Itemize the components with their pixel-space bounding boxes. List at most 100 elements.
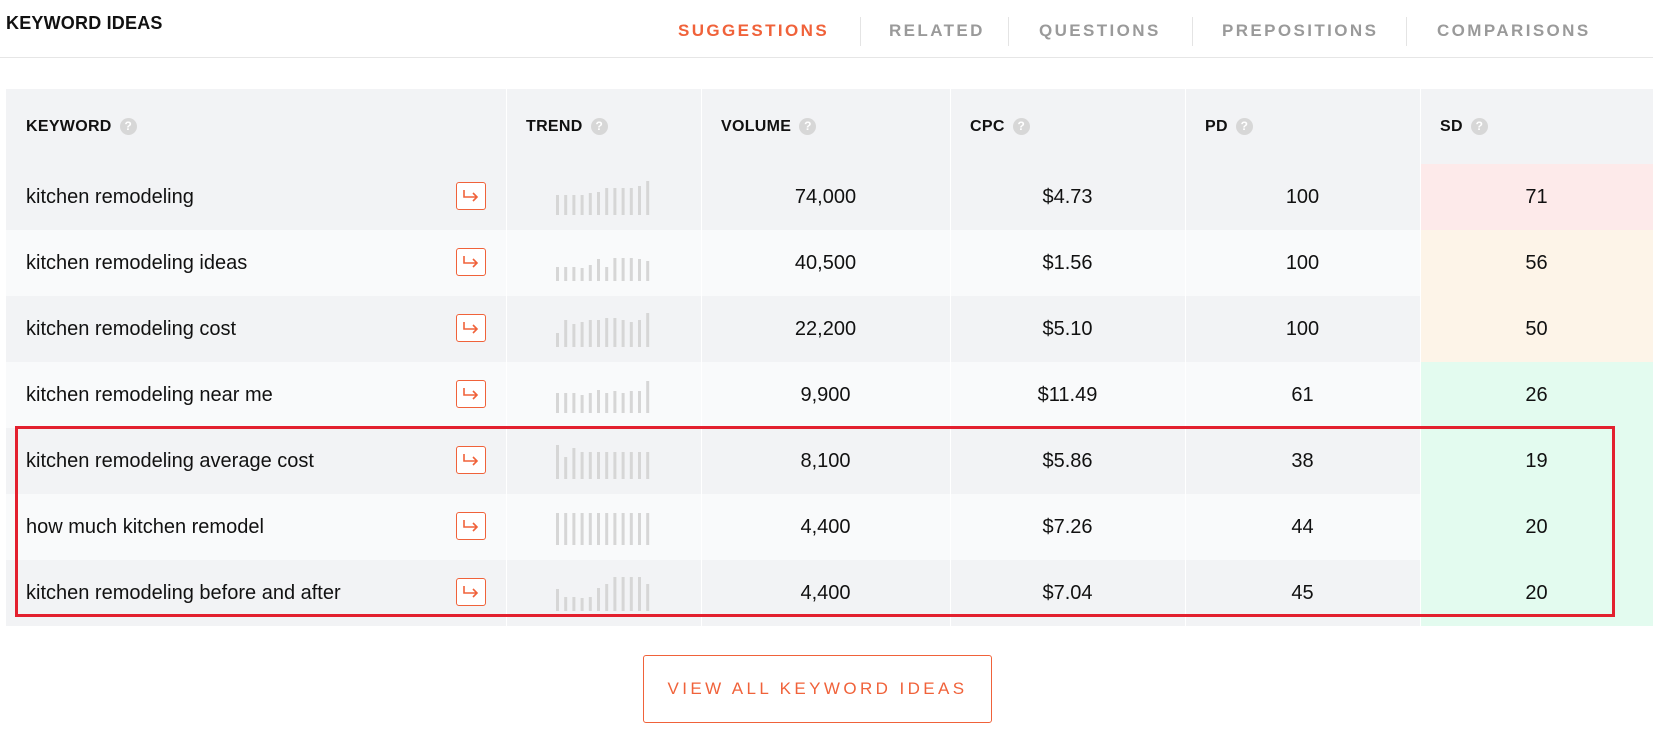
- trend-bar: [637, 452, 641, 479]
- cpc-cell: $5.86: [1042, 449, 1093, 472]
- trend-bar: [604, 513, 608, 545]
- trend-bar: [588, 597, 592, 611]
- keyword-cell: kitchen remodeling average cost: [6, 428, 506, 494]
- trend-bar: [612, 258, 616, 281]
- help-icon[interactable]: ?: [119, 118, 137, 135]
- trend-cell: [506, 164, 701, 230]
- open-keyword-button[interactable]: [456, 248, 486, 276]
- pd-cell: 38: [1291, 449, 1314, 472]
- trend-bar: [604, 188, 608, 215]
- help-icon[interactable]: ?: [590, 118, 608, 135]
- tab-divider: [860, 17, 861, 46]
- open-keyword-button[interactable]: [456, 512, 486, 540]
- cpc-cell: $4.73: [1042, 185, 1093, 208]
- sd-cell: 26: [1420, 362, 1653, 428]
- trend-bar: [604, 393, 608, 413]
- help-icon[interactable]: ?: [1235, 118, 1253, 135]
- trend-bar: [629, 391, 633, 413]
- sd-cell: 19: [1420, 428, 1653, 494]
- trend-bar: [621, 577, 625, 611]
- column-divider: [1185, 89, 1186, 626]
- trend-bar: [645, 513, 649, 545]
- open-keyword-button[interactable]: [456, 314, 486, 342]
- keyword-cell: kitchen remodeling: [6, 164, 506, 230]
- column-header-keyword[interactable]: KEYWORD?: [6, 89, 506, 164]
- column-header-label: CPC: [970, 117, 1005, 135]
- trend-bar: [604, 318, 608, 347]
- column-header-cpc[interactable]: CPC?: [950, 89, 1185, 164]
- trend-bar: [629, 452, 633, 479]
- column-header-volume[interactable]: VOLUME?: [701, 89, 950, 164]
- open-keyword-button[interactable]: [456, 380, 486, 408]
- trend-bar: [555, 195, 559, 215]
- trend-sparkline: [555, 577, 649, 611]
- cpc-cell: $1.56: [1042, 251, 1093, 274]
- pd-cell: 100: [1285, 185, 1320, 208]
- trend-bar: [612, 577, 616, 611]
- open-keyword-button[interactable]: [456, 446, 486, 474]
- trend-bar: [596, 259, 600, 281]
- keyword-text[interactable]: kitchen remodeling near me: [26, 384, 273, 407]
- trend-cell: [506, 428, 701, 494]
- cpc-cell: $5.10: [1042, 317, 1093, 340]
- trend-bar: [621, 258, 625, 281]
- trend-bar: [621, 452, 625, 479]
- tab-questions[interactable]: QUESTIONS: [1039, 21, 1161, 41]
- trend-bar: [637, 577, 641, 611]
- trend-bar: [580, 452, 584, 479]
- keyword-text[interactable]: kitchen remodeling ideas: [26, 252, 247, 275]
- trend-bar: [588, 393, 592, 413]
- tab-comparisons[interactable]: COMPARISONS: [1437, 21, 1591, 41]
- help-icon[interactable]: ?: [1012, 118, 1030, 135]
- keyword-cell: kitchen remodeling ideas: [6, 230, 506, 296]
- tab-underline: [0, 57, 1653, 58]
- tab-prepositions[interactable]: PREPOSITIONS: [1222, 21, 1378, 41]
- trend-bar: [596, 588, 600, 611]
- keyword-text[interactable]: kitchen remodeling: [26, 186, 194, 209]
- trend-bar: [571, 393, 575, 413]
- trend-bar: [645, 381, 649, 413]
- trend-bar: [571, 267, 575, 281]
- trend-sparkline: [555, 313, 649, 347]
- table-row: how much kitchen remodel 4,400 $7.26 44 20: [6, 494, 1653, 560]
- column-header-trend[interactable]: TREND?: [506, 89, 701, 164]
- trend-bar: [629, 322, 633, 347]
- trend-bar: [563, 597, 567, 611]
- keyword-text[interactable]: kitchen remodeling cost: [26, 318, 236, 341]
- arrow-return-icon: [463, 520, 479, 532]
- help-icon[interactable]: ?: [799, 118, 817, 135]
- trend-bar: [596, 320, 600, 347]
- trend-bar: [645, 181, 649, 215]
- tab-divider: [1406, 17, 1407, 46]
- trend-bar: [637, 320, 641, 347]
- open-keyword-button[interactable]: [456, 182, 486, 210]
- cpc-cell: $7.04: [1042, 581, 1093, 604]
- table-row: kitchen remodeling ideas 40,500 $1.56 100 56: [6, 230, 1653, 296]
- trend-bar: [588, 452, 592, 479]
- help-icon[interactable]: ?: [1470, 118, 1488, 135]
- trend-cell: [506, 230, 701, 296]
- trend-bar: [580, 322, 584, 347]
- trend-bar: [612, 452, 616, 479]
- trend-bar: [563, 457, 567, 479]
- keyword-text[interactable]: kitchen remodeling before and after: [26, 582, 341, 605]
- trend-bar: [555, 589, 559, 611]
- column-header-pd[interactable]: PD?: [1185, 89, 1420, 164]
- trend-bar: [621, 393, 625, 413]
- tab-related[interactable]: RELATED: [889, 21, 985, 41]
- keyword-text[interactable]: how much kitchen remodel: [26, 516, 264, 539]
- column-header-sd[interactable]: SD?: [1420, 89, 1653, 164]
- keyword-text[interactable]: kitchen remodeling average cost: [26, 450, 314, 473]
- trend-bar: [555, 393, 559, 413]
- open-keyword-button[interactable]: [456, 578, 486, 606]
- trend-bar: [637, 513, 641, 545]
- view-all-keyword-ideas-button[interactable]: VIEW ALL KEYWORD IDEAS: [643, 655, 992, 723]
- tab-bar: SUGGESTIONS RELATED QUESTIONS PREPOSITIO…: [0, 0, 1653, 58]
- trend-bar: [612, 391, 616, 413]
- column-divider: [1420, 89, 1421, 626]
- tab-suggestions[interactable]: SUGGESTIONS: [678, 21, 829, 41]
- trend-bar: [604, 267, 608, 281]
- sd-cell: 20: [1420, 560, 1653, 626]
- trend-bar: [580, 268, 584, 281]
- trend-bar: [621, 513, 625, 545]
